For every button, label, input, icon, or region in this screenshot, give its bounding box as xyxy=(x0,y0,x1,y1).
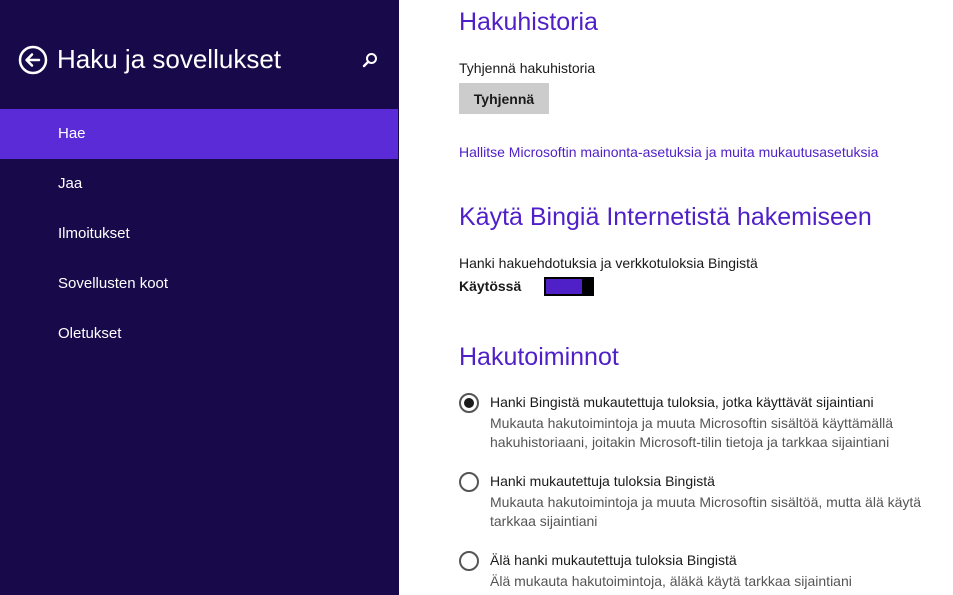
back-arrow-icon[interactable] xyxy=(18,45,48,75)
radio-button-selected[interactable] xyxy=(459,393,479,413)
section-heading-search-features: Hakutoiminnot xyxy=(459,343,619,371)
radio-button[interactable] xyxy=(459,472,479,492)
sidebar: Haku ja sovellukset Hae Jaa Ilmoitukset … xyxy=(0,0,399,595)
radio-button[interactable] xyxy=(459,551,479,571)
advertising-settings-link[interactable]: Hallitse Microsoftin mainonta-asetuksia … xyxy=(459,144,878,160)
radio-option-description: Älä mukauta hakutoimintoja, äläkä käytä … xyxy=(490,573,852,589)
sidebar-item-jaa[interactable]: Jaa xyxy=(0,159,398,209)
clear-history-label: Tyhjennä hakuhistoria xyxy=(459,60,596,76)
radio-option-title: Hanki mukautettuja tuloksia Bingistä xyxy=(490,473,715,489)
radio-option-title: Hanki Bingistä mukautettuja tuloksia, jo… xyxy=(490,394,874,410)
settings-pane: Hakuhistoria Tyhjennä hakuhistoria Tyhje… xyxy=(399,0,953,595)
radio-option-title: Älä hanki mukautettuja tuloksia Bingistä xyxy=(490,552,737,568)
search-icon[interactable] xyxy=(360,50,380,70)
bing-toggle-label: Hanki hakuehdotuksia ja verkkotuloksia B… xyxy=(459,255,758,271)
sidebar-item-ilmoitukset[interactable]: Ilmoitukset xyxy=(0,209,398,259)
radio-option-description: Mukauta hakutoimintoja ja muuta Microsof… xyxy=(490,494,922,529)
sidebar-nav: Hae Jaa Ilmoitukset Sovellusten koot Ole… xyxy=(0,109,398,359)
sidebar-item-oletukset[interactable]: Oletukset xyxy=(0,309,398,359)
toggle-thumb xyxy=(582,277,594,296)
radio-option-description: Mukauta hakutoimintoja ja muuta Microsof… xyxy=(490,415,894,450)
sidebar-item-sovellusten-koot[interactable]: Sovellusten koot xyxy=(0,259,398,309)
clear-history-button[interactable]: Tyhjennä xyxy=(459,83,549,114)
toggle-state-label: Käytössä xyxy=(459,278,522,294)
sidebar-item-hae[interactable]: Hae xyxy=(0,109,398,159)
page-title: Haku ja sovellukset xyxy=(57,44,281,74)
section-heading-search-history: Hakuhistoria xyxy=(459,8,598,36)
radio-dot xyxy=(464,398,474,408)
bing-toggle-switch[interactable] xyxy=(544,277,594,296)
section-heading-bing: Käytä Bingiä Internetistä hakemiseen xyxy=(459,203,872,231)
